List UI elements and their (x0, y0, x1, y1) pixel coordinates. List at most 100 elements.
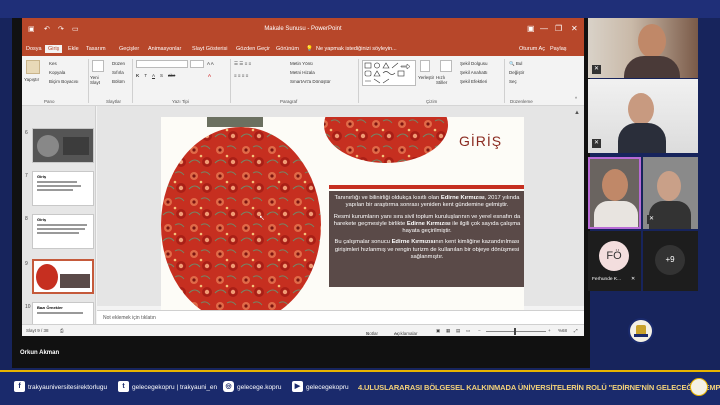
strikethrough-icon[interactable]: abc (168, 73, 175, 78)
thumbnail-slide-10[interactable]: Bazı Örnekler (32, 302, 94, 324)
more-participants-tile[interactable]: +9 (643, 231, 698, 291)
slide-thumbnails-pane[interactable]: 6 7 Giriş 8 Giriş 9 10 Bazı Örnekler (22, 106, 96, 324)
instagram-handle: gelecege.kopru (237, 384, 282, 391)
comments-label: Açıklamalar (394, 331, 418, 336)
tab-slideshow[interactable]: Slayt Gösterisi (192, 46, 227, 52)
current-slide[interactable]: GİRİŞ Tanınırlığı ve bilinirliği oldukça… (161, 117, 524, 321)
shape-effects-button[interactable]: Şekil Efektleri (460, 79, 487, 84)
participant-video-4[interactable]: ✕ (643, 157, 698, 229)
new-slide-button[interactable]: Yeni Slayt (90, 75, 106, 85)
new-slide-icon[interactable] (92, 60, 104, 72)
paragraph-text: Bu çalışmalar sonucu (334, 239, 392, 246)
fit-slide-icon[interactable]: ⤢ (574, 328, 578, 333)
thumb-number-9: 9 (25, 261, 28, 267)
thumbnail-slide-8[interactable]: Giriş (32, 214, 94, 249)
tab-view[interactable]: Görünüm (276, 46, 299, 52)
drawing-group-label: Çizim (426, 99, 438, 104)
align-text-button[interactable]: Metni Hizala (290, 70, 315, 75)
shadow-icon[interactable]: S (160, 73, 163, 78)
maximize-icon[interactable]: ❐ (555, 24, 562, 33)
paste-button[interactable]: Yapıştır (24, 77, 39, 82)
quick-styles-icon[interactable] (440, 60, 452, 72)
tab-home[interactable]: Giriş (45, 45, 63, 53)
slide-counter: Slayt 9 / 38 (26, 328, 49, 333)
layout-button[interactable]: Düzen (112, 61, 125, 66)
align-icons[interactable]: ≡ ≡ ≡ ≡ (234, 73, 248, 78)
underline-icon[interactable]: A (152, 73, 155, 78)
paste-icon[interactable] (26, 60, 40, 74)
notes-pane[interactable]: Not eklemek için tıklatın (97, 310, 584, 324)
zoom-out-icon[interactable]: − (478, 328, 481, 333)
tab-review[interactable]: Gözden Geçir (236, 46, 270, 52)
footer-logo (690, 378, 708, 396)
event-footer: f trakyauniversitesirektorlugu t geleceg… (0, 370, 720, 405)
slideshow-view-icon[interactable]: ▭ (466, 328, 470, 334)
shape-outline-button[interactable]: Şekil Anahattı (460, 70, 488, 75)
section-button[interactable]: Bölüm (112, 79, 125, 84)
find-button[interactable]: 🔍 Bul (509, 61, 522, 67)
slide-body[interactable]: Tanınırlığı ve bilinirliği oldukça kısıt… (333, 195, 521, 261)
copy-button[interactable]: Kopyala (49, 70, 65, 75)
share-button[interactable]: Paylaş (550, 46, 567, 52)
slide-sorter-icon[interactable]: ▦ (446, 328, 450, 334)
thumbnail-title: Giriş (37, 217, 47, 222)
zoom-level[interactable]: %68 (558, 328, 567, 333)
thumbnail-slide-6[interactable] (32, 128, 94, 163)
participant-tile-initials[interactable]: FÖ Ferhunde K... ✕ (588, 231, 641, 291)
thumb-number-6: 6 (25, 130, 28, 136)
ribbon-options-icon[interactable]: ▣ (527, 24, 535, 33)
instagram-icon: ◎ (223, 381, 234, 392)
ribbon-tabs: Dosya Giriş Ekle Tasarım Geçişler Animas… (22, 44, 584, 56)
replace-button[interactable]: Değiştir (509, 70, 524, 75)
text-direction-button[interactable]: Metin Yönü (290, 61, 313, 66)
find-label: Bul (515, 61, 523, 66)
bold-icon[interactable]: K (136, 73, 139, 78)
tab-transitions[interactable]: Geçişler (119, 46, 139, 52)
format-painter-button[interactable]: Biçim Boyacısı (49, 79, 79, 84)
arrange-icon[interactable] (420, 60, 430, 72)
italic-icon[interactable]: T (144, 73, 147, 78)
smartart-button[interactable]: SmartArt'a Dönüştür (290, 79, 331, 84)
scroll-up-icon[interactable]: ▲ (574, 110, 580, 116)
lightbulb-icon[interactable]: 💡 (306, 46, 313, 52)
shape-fill-button[interactable]: Şekil Dolgusu (460, 61, 488, 66)
tab-design[interactable]: Tasarım (86, 46, 106, 52)
notes-label: Notlar (366, 331, 379, 336)
spellcheck-icon[interactable]: ⎙ (60, 328, 64, 333)
quick-styles-button[interactable]: Hızlı Stiller (436, 75, 456, 85)
zoom-slider[interactable] (486, 331, 546, 332)
tab-file[interactable]: Dosya (26, 46, 42, 52)
close-icon[interactable]: ✕ (571, 24, 578, 33)
font-name-dropdown[interactable] (136, 60, 188, 68)
collapse-ribbon-icon[interactable]: ^ (575, 96, 577, 101)
arrange-button[interactable]: Yerleştir (418, 75, 434, 80)
tell-me-box[interactable]: Ne yapmak istediğinizi söyleyin... (316, 46, 397, 52)
thumbnail-slide-7[interactable]: Giriş (32, 171, 94, 206)
window-title: Makale Sunusu - PowerPoint (264, 26, 342, 32)
minimize-icon[interactable]: — (540, 24, 548, 33)
grow-font-icon[interactable]: A A (207, 61, 214, 66)
zoom-in-icon[interactable]: + (548, 328, 551, 333)
youtube-icon: ▶ (292, 381, 303, 392)
tab-insert[interactable]: Ekle (68, 46, 79, 52)
cut-button[interactable]: Kes (49, 61, 57, 66)
reset-button[interactable]: Sıfırla (112, 70, 124, 75)
font-size-dropdown[interactable] (190, 60, 204, 68)
font-color-icon[interactable]: A (208, 73, 211, 78)
select-button[interactable]: Seç (509, 79, 517, 84)
paragraph-emphasis: Edirne Kırmızısı (406, 220, 451, 227)
facebook-icon: f (14, 381, 25, 392)
slide-title[interactable]: GİRİŞ (459, 133, 502, 149)
normal-view-icon[interactable]: ▣ (436, 328, 440, 334)
shapes-gallery[interactable] (362, 60, 416, 86)
mic-muted-icon: ✕ (647, 215, 656, 224)
reading-view-icon[interactable]: ▤ (456, 328, 460, 334)
sign-in-link[interactable]: Oturum Aç (519, 46, 545, 52)
zoom-slider-thumb[interactable] (514, 328, 516, 335)
bullets-icon[interactable]: ☰ ☰ ≡ ≡ (234, 61, 251, 67)
tab-animations[interactable]: Animasyonlar (148, 46, 181, 52)
participant-video-3[interactable] (588, 157, 641, 229)
participant-video-2[interactable]: ✕ (588, 79, 698, 153)
thumbnail-slide-9[interactable] (32, 259, 94, 294)
participant-video-1[interactable]: ✕ (588, 18, 698, 78)
